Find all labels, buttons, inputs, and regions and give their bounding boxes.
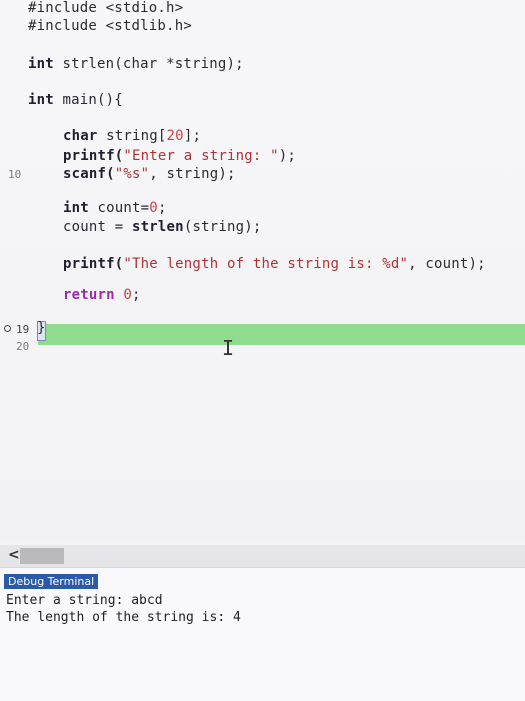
code-line-include-stdlib: #include <stdlib.h> [28, 18, 192, 34]
code-text: , count); [408, 256, 486, 272]
current-line-highlight [38, 324, 525, 345]
line-number-20: 20 [16, 340, 30, 353]
code-line-char-decl: char string[20]; [63, 128, 201, 144]
code-editor[interactable]: #include <stdio.h> #include <stdlib.h> i… [0, 0, 525, 540]
keyword: int [63, 200, 89, 216]
code-text: strlen(char *string); [53, 56, 244, 72]
string-literal: "%s" [114, 166, 150, 182]
code-text: ; [157, 200, 167, 216]
string-literal: "The length of the string is: %d" [123, 256, 409, 272]
breakpoint-icon[interactable] [4, 325, 11, 332]
keyword: int [28, 56, 54, 72]
line-number-10: 10 [8, 168, 22, 181]
line-number-19: 19 [16, 323, 30, 336]
number-literal: 0 [149, 200, 158, 216]
code-text: ]; [183, 128, 202, 144]
function-name: printf( [63, 256, 124, 272]
keyword: return [63, 287, 115, 303]
keyword: char [63, 128, 98, 144]
scroll-left-icon[interactable]: < [8, 547, 20, 563]
tab-debug-terminal[interactable]: Debug Terminal [4, 574, 99, 589]
code-line-main: int main(){ [28, 92, 123, 108]
code-line-count-assign: count = strlen(string); [63, 219, 261, 235]
code-line-prototype: int strlen(char *string); [28, 56, 244, 72]
code-text: main(){ [53, 92, 123, 108]
code-text: count = [63, 219, 133, 235]
code-line-close-brace: } [37, 320, 46, 336]
function-name: scanf( [63, 166, 115, 182]
code-text: count= [88, 200, 150, 216]
scrollbar-thumb[interactable] [20, 548, 64, 564]
code-line-include-stdio: #include <stdio.h> [28, 0, 184, 16]
code-line-printf-prompt: printf("Enter a string: "); [63, 148, 296, 164]
function-name: printf( [63, 148, 124, 164]
code-line-printf-result: printf("The length of the string is: %d"… [63, 256, 486, 272]
debug-terminal-panel: Debug Terminal Enter a string: abcd The … [0, 567, 525, 701]
function-name: strlen [132, 219, 184, 235]
keyword: int [28, 92, 54, 108]
code-text: ); [278, 148, 296, 164]
number-literal: 0 [114, 287, 133, 303]
code-text: , string); [149, 166, 236, 182]
horizontal-scrollbar[interactable]: < [0, 545, 525, 567]
text-cursor-icon: I [222, 336, 235, 360]
code-line-scanf: scanf("%s", string); [63, 166, 236, 182]
number-literal: 20 [166, 128, 184, 144]
terminal-output-line: Enter a string: abcd [6, 593, 163, 608]
code-line-count-decl: int count=0; [63, 200, 167, 216]
code-text: (string); [183, 219, 262, 235]
terminal-output-line: The length of the string is: 4 [6, 610, 241, 625]
string-literal: "Enter a string: " [123, 148, 279, 164]
code-text: string[ [97, 128, 167, 144]
code-text: ; [132, 287, 141, 303]
code-line-return: return 0; [63, 287, 141, 303]
